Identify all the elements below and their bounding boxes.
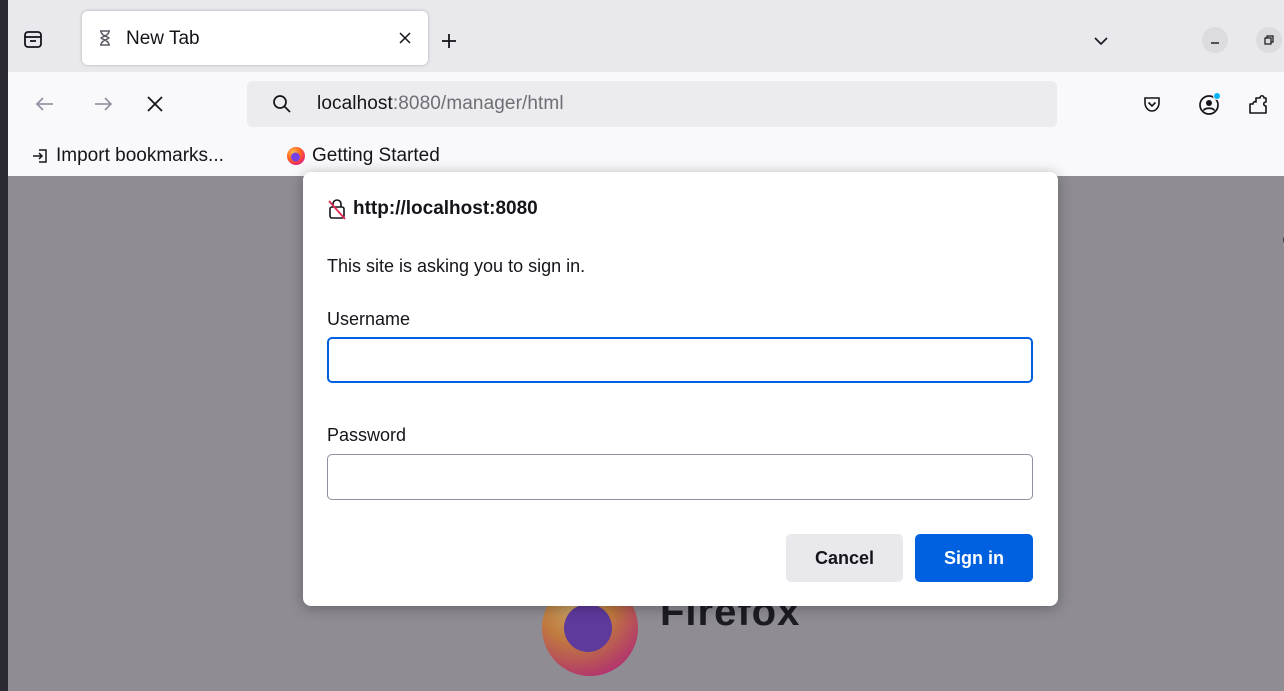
account-icon [1199, 92, 1221, 115]
close-icon [399, 32, 411, 44]
arrow-right-icon [95, 97, 113, 111]
browser-window: New Tab localhost:8080/manager/html Impo… [0, 0, 1284, 691]
dialog-origin: http://localhost:8080 [327, 198, 538, 220]
stop-button[interactable] [142, 91, 168, 117]
url-host: localhost [317, 93, 393, 114]
extensions-button[interactable] [1244, 90, 1272, 118]
url-path: :8080/manager/html [392, 93, 564, 114]
bookmarks-toolbar: Import bookmarks... Getting Started [8, 136, 1284, 176]
restore-button[interactable] [1256, 27, 1282, 53]
sign-in-button[interactable]: Sign in [915, 534, 1033, 582]
bookmark-getting-started-label: Getting Started [312, 145, 440, 166]
window-edge [0, 0, 8, 691]
forward-button[interactable] [90, 91, 116, 117]
username-label: Username [327, 309, 411, 329]
bookmark-import-label: Import bookmarks... [56, 145, 224, 166]
search-icon [273, 95, 291, 113]
back-button[interactable] [32, 91, 58, 117]
pocket-button[interactable] [1139, 91, 1165, 117]
list-all-tabs-button[interactable] [1088, 28, 1114, 54]
minimize-icon [1211, 42, 1219, 44]
cancel-button[interactable]: Cancel [786, 534, 903, 582]
hourglass-icon [100, 30, 110, 46]
dialog-message: This site is asking you to sign in. [327, 256, 586, 276]
bookmark-import[interactable]: Import bookmarks... [30, 144, 224, 168]
tab-list-icon [24, 31, 42, 48]
bookmark-getting-started[interactable]: Getting Started [286, 144, 440, 168]
tab-list-button[interactable] [20, 26, 46, 52]
password-label: Password [327, 425, 407, 445]
tab-strip: New Tab [8, 0, 1284, 72]
new-tab-button[interactable] [436, 28, 462, 54]
dialog-origin-text: http://localhost:8080 [353, 198, 538, 219]
pocket-icon [1144, 97, 1160, 112]
tab-title: New Tab [126, 28, 200, 49]
import-icon [30, 146, 50, 166]
firefox-logo-icon [286, 146, 306, 166]
chevron-down-icon [1094, 37, 1108, 46]
password-input[interactable] [327, 454, 1033, 500]
navigation-toolbar: localhost:8080/manager/html [8, 72, 1284, 136]
minimize-button[interactable] [1202, 27, 1228, 53]
url-text[interactable]: localhost:8080/manager/html [317, 93, 564, 115]
account-button[interactable] [1196, 90, 1224, 118]
plus-icon [442, 34, 456, 48]
insecure-lock-icon [328, 199, 346, 220]
username-input[interactable] [327, 337, 1033, 383]
tab-new-tab[interactable]: New Tab [82, 11, 428, 65]
extensions-icon [1249, 94, 1267, 114]
restore-icon [1264, 35, 1274, 45]
arrow-left-icon [35, 97, 53, 111]
sign-in-dialog: http://localhost:8080 This site is askin… [303, 172, 1058, 606]
stop-icon [147, 96, 163, 112]
settings-gear-icon[interactable] [1278, 230, 1284, 250]
url-bar[interactable]: localhost:8080/manager/html [247, 81, 1057, 127]
tab-close-button[interactable] [394, 27, 416, 49]
